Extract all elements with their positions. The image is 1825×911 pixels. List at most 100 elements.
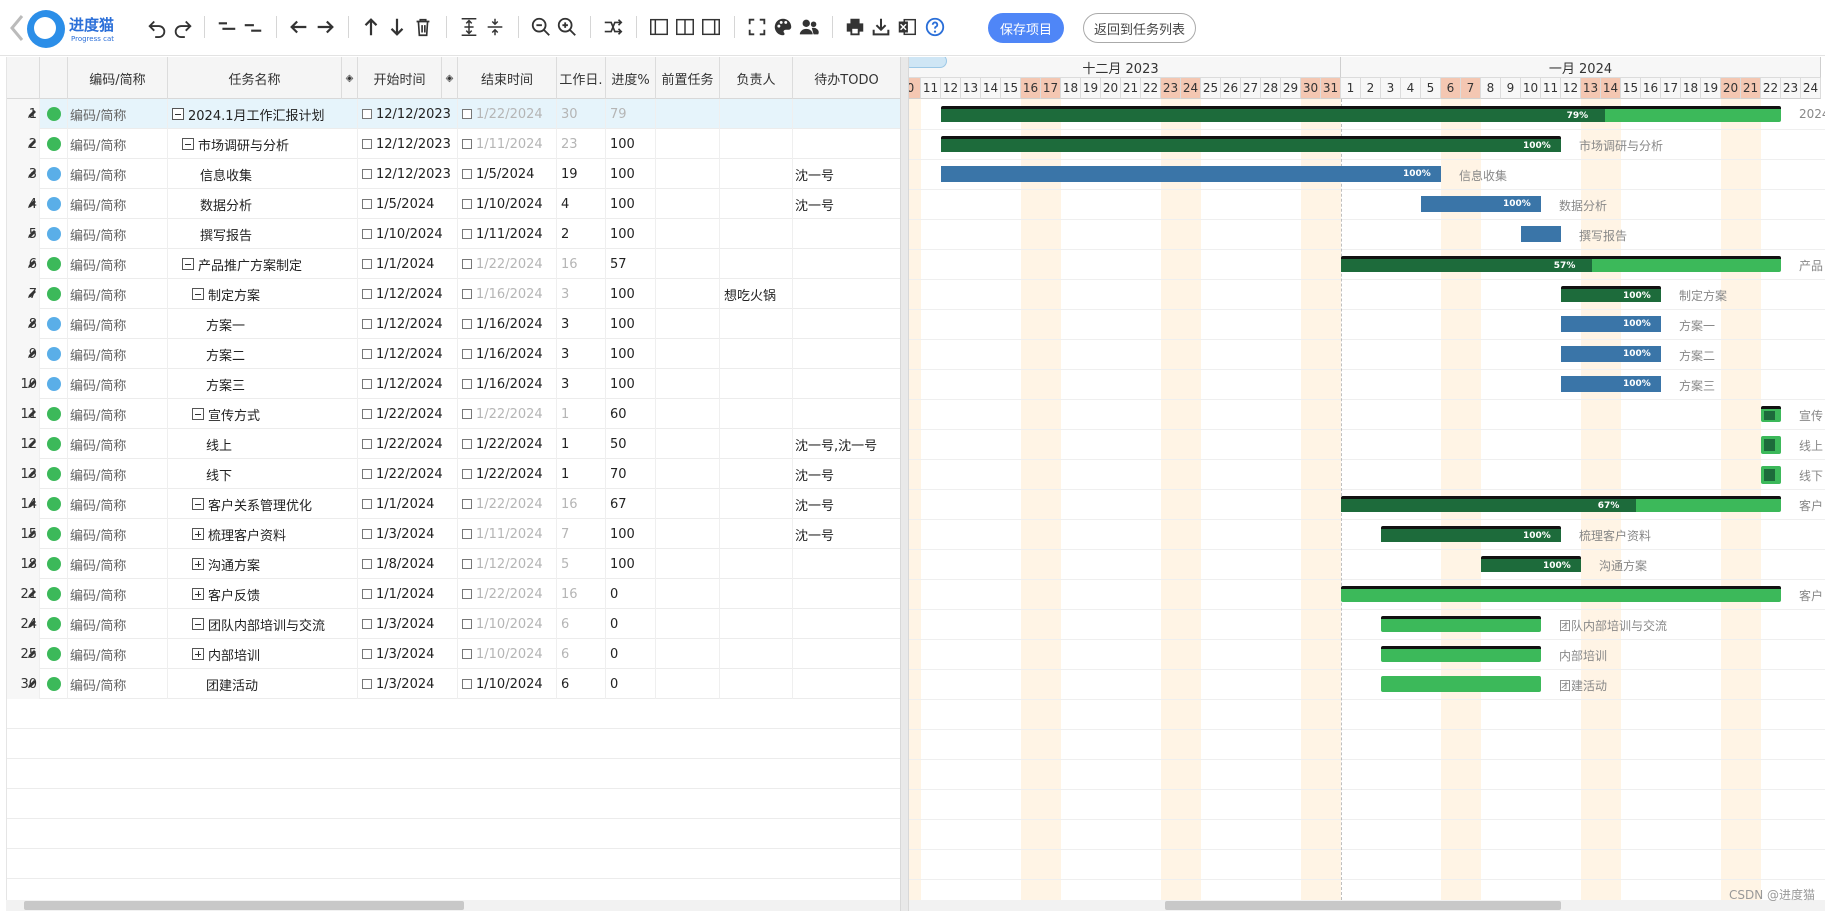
predecessor-cell[interactable] <box>656 99 720 129</box>
end-date-cell[interactable]: 1/5/2024 <box>458 159 557 189</box>
table-row[interactable]: 18 编码/简称 沟通方案 1/8/2024 1/12/2024 5 100 <box>7 549 900 579</box>
duration-cell[interactable]: 2 <box>557 219 606 249</box>
progress-cell[interactable]: 50 <box>606 429 656 459</box>
header-progress[interactable]: 进度% <box>606 57 656 99</box>
gantt-bar[interactable] <box>1381 646 1541 662</box>
edit-pencil-icon[interactable] <box>27 609 39 639</box>
collapse-toggle-icon[interactable] <box>192 288 204 300</box>
start-date-cell[interactable]: 12/12/2023 <box>358 99 458 129</box>
pane-splitter[interactable] <box>900 57 909 911</box>
progress-cell[interactable]: 100 <box>606 519 656 549</box>
progress-cell[interactable]: 100 <box>606 159 656 189</box>
header-code[interactable]: 编码/简称 <box>68 57 168 99</box>
start-date-cell[interactable]: 1/10/2024 <box>358 219 458 249</box>
start-date-cell[interactable]: 1/1/2024 <box>358 249 458 279</box>
progress-cell[interactable]: 57 <box>606 249 656 279</box>
todo-cell[interactable] <box>793 219 900 249</box>
duration-cell[interactable]: 16 <box>557 579 606 609</box>
code-cell[interactable]: 编码/简称 <box>68 639 168 669</box>
gantt-bar[interactable]: 100% <box>1421 196 1541 212</box>
task-name-cell[interactable]: 产品推广方案制定 <box>168 249 358 279</box>
start-lock-checkbox[interactable] <box>362 139 372 149</box>
gantt-bar[interactable] <box>1761 406 1781 422</box>
edit-pencil-icon[interactable] <box>27 549 39 579</box>
todo-cell[interactable] <box>793 309 900 339</box>
arrow-left-icon[interactable] <box>286 14 312 40</box>
gantt-bar[interactable]: 100% <box>1481 556 1581 572</box>
predecessor-cell[interactable] <box>656 609 720 639</box>
start-date-cell[interactable]: 1/12/2024 <box>358 279 458 309</box>
owner-cell[interactable] <box>720 579 793 609</box>
owner-cell[interactable] <box>720 459 793 489</box>
edit-pencil-icon[interactable] <box>27 459 39 489</box>
start-lock-checkbox[interactable] <box>362 229 372 239</box>
todo-cell[interactable] <box>793 639 900 669</box>
palette-icon[interactable] <box>770 14 796 40</box>
expand-toggle-icon[interactable] <box>192 528 204 540</box>
start-lock-checkbox[interactable] <box>362 679 372 689</box>
predecessor-cell[interactable] <box>656 489 720 519</box>
grid-horizontal-scrollbar[interactable] <box>6 900 900 911</box>
progress-cell[interactable]: 60 <box>606 399 656 429</box>
gantt-bar[interactable] <box>1381 676 1541 692</box>
progress-cell[interactable]: 67 <box>606 489 656 519</box>
header-duration[interactable]: 工作日. <box>557 57 606 99</box>
gantt-bar[interactable]: 79% <box>941 106 1781 122</box>
todo-cell[interactable]: 沈一号 <box>793 189 900 219</box>
duration-cell[interactable]: 5 <box>557 549 606 579</box>
predecessor-cell[interactable] <box>656 429 720 459</box>
duration-cell[interactable]: 6 <box>557 609 606 639</box>
task-name-cell[interactable]: 方案三 <box>168 369 358 399</box>
code-cell[interactable]: 编码/简称 <box>68 279 168 309</box>
code-cell[interactable]: 编码/简称 <box>68 339 168 369</box>
end-lock-checkbox[interactable] <box>462 529 472 539</box>
progress-cell[interactable]: 79 <box>606 99 656 129</box>
owner-cell[interactable] <box>720 189 793 219</box>
task-name-cell[interactable]: 制定方案 <box>168 279 358 309</box>
task-name-cell[interactable]: 线上 <box>168 429 358 459</box>
table-row[interactable]: 2编码/简称市场调研与分析12/12/20231/11/202423100 <box>7 129 900 159</box>
todo-cell[interactable]: 沈一号 <box>793 519 900 549</box>
owner-cell[interactable] <box>720 399 793 429</box>
end-date-cell[interactable]: 1/12/2024 <box>458 549 557 579</box>
todo-cell[interactable] <box>793 249 900 279</box>
owner-cell[interactable] <box>720 159 793 189</box>
progress-cell[interactable]: 0 <box>606 609 656 639</box>
header-predecessor[interactable]: 前置任务 <box>656 57 720 99</box>
layout-split-icon[interactable] <box>672 14 698 40</box>
predecessor-cell[interactable] <box>656 339 720 369</box>
delete-icon[interactable] <box>410 14 436 40</box>
table-row[interactable]: 9编码/简称方案二1/12/20241/16/20243100 <box>7 339 900 369</box>
owner-cell[interactable]: 想吃火锅 <box>720 279 793 309</box>
undo-icon[interactable] <box>144 14 170 40</box>
edit-pencil-icon[interactable] <box>27 219 39 249</box>
header-start[interactable]: 开始时间 <box>358 57 442 99</box>
progress-cell[interactable]: 0 <box>606 669 656 699</box>
start-lock-checkbox[interactable] <box>362 349 372 359</box>
duration-cell[interactable]: 1 <box>557 459 606 489</box>
todo-cell[interactable] <box>793 609 900 639</box>
code-cell[interactable]: 编码/简称 <box>68 489 168 519</box>
start-date-cell[interactable]: 12/12/2023 <box>358 129 458 159</box>
header-end[interactable]: 结束时间 <box>458 57 557 99</box>
collapse-toggle-icon[interactable] <box>182 258 194 270</box>
start-lock-checkbox[interactable] <box>362 559 372 569</box>
duration-cell[interactable]: 1 <box>557 429 606 459</box>
task-name-cell[interactable]: 撰写报告 <box>168 219 358 249</box>
task-name-cell[interactable]: 梳理客户资料 <box>168 519 358 549</box>
redo-icon[interactable] <box>170 14 196 40</box>
predecessor-cell[interactable] <box>656 639 720 669</box>
task-name-cell[interactable]: 客户关系管理优化 <box>168 489 358 519</box>
duration-cell[interactable]: 3 <box>557 339 606 369</box>
task-name-cell[interactable]: 客户反馈 <box>168 579 358 609</box>
start-date-cell[interactable]: 1/3/2024 <box>358 519 458 549</box>
table-row[interactable]: 24 编码/简称 团队内部培训与交流 1/3/2024 1/10/2024 6 0 <box>7 609 900 639</box>
gantt-bar[interactable]: 100% <box>1561 316 1661 332</box>
gantt-bar[interactable]: 100% <box>1561 346 1661 362</box>
owner-cell[interactable] <box>720 489 793 519</box>
table-row[interactable]: 15 编码/简称 梳理客户资料 1/3/2024 1/11/2024 7 100 沈一号 <box>7 519 900 549</box>
duration-cell[interactable]: 6 <box>557 639 606 669</box>
end-date-cell[interactable]: 1/10/2024 <box>458 609 557 639</box>
gantt-bar[interactable]: 57% <box>1341 256 1781 272</box>
task-name-cell[interactable]: 方案二 <box>168 339 358 369</box>
